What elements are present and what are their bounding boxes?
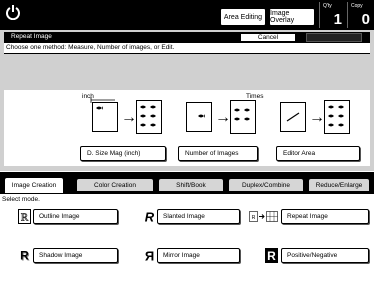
instruction-text: Choose one method: Measure, Number of im… — [4, 43, 370, 54]
svg-text:R: R — [20, 249, 29, 263]
editor-result-page — [324, 100, 350, 134]
top-status-bar: Area Editing Image Overlay Q'ty 1 Copy 0 — [0, 0, 374, 30]
mirror-image-button[interactable]: Mirror Image — [157, 248, 240, 263]
svg-text:R: R — [21, 212, 29, 224]
outline-r-icon: R — [18, 209, 31, 224]
arrow-right-icon: → — [121, 109, 137, 126]
qty-value: 1 — [333, 11, 342, 28]
arrow-right-icon: → — [215, 109, 231, 126]
positive-negative-button[interactable]: Positive/Negative — [281, 248, 369, 263]
arrow-right-icon: → — [309, 109, 325, 126]
slanted-image-button[interactable]: Slanted Image — [157, 209, 240, 224]
tab-image-creation[interactable]: Image Creation — [4, 177, 64, 194]
svg-text:R: R — [145, 210, 155, 225]
small-fish-icon — [96, 106, 103, 110]
ok-button[interactable] — [306, 33, 362, 42]
tab-duplex-combine[interactable]: Duplex/Combine — [228, 178, 304, 192]
dialog-title: Repeat Image — [11, 33, 52, 40]
shadow-r-icon: R R — [20, 249, 30, 264]
repeat-image-icon: R — [249, 211, 278, 222]
tab-reduce-enlarge[interactable]: Reduce/Enlarge — [308, 178, 370, 192]
area-editing-button[interactable]: Area Editing — [220, 8, 266, 26]
power-icon[interactable] — [5, 4, 21, 20]
svg-text:R: R — [267, 249, 276, 263]
repeated-page — [136, 100, 162, 134]
function-tabs: Image Creation Color Creation Shift/Book… — [0, 175, 374, 194]
slanted-r-icon: R — [145, 210, 155, 225]
size-mag-inch-button[interactable]: D. Size Mag (inch) — [80, 146, 166, 161]
editor-area-button[interactable]: Editor Area — [276, 146, 360, 161]
dialog-title-bar: Repeat Image Cancel — [4, 32, 370, 43]
number-of-images-button[interactable]: Number of Images — [178, 146, 258, 161]
repeated-fish-icon — [140, 105, 156, 127]
times-page — [230, 100, 256, 134]
cancel-button[interactable]: Cancel — [240, 33, 296, 42]
editor-fish-icon — [328, 105, 344, 127]
tab-shift-book[interactable]: Shift/Book — [158, 178, 224, 192]
qty-label: Q'ty — [323, 3, 332, 9]
svg-text:R: R — [252, 215, 256, 221]
copy-counter: Copy 0 — [347, 2, 373, 28]
mirror-r-icon: R — [144, 249, 154, 264]
quantity-display: Q'ty 1 — [319, 2, 345, 28]
original-page — [186, 102, 212, 132]
repeat-image-button[interactable]: Repeat Image — [281, 209, 369, 224]
repeat-image-dialog: Repeat Image Cancel Choose one method: M… — [0, 30, 374, 171]
original-page — [92, 102, 118, 132]
method-illustrations: inch → D. Size Mag (inch) Times → Number… — [4, 90, 370, 166]
editor-original-page — [280, 102, 306, 132]
small-fish-icon — [198, 114, 205, 118]
pen-icon — [286, 112, 300, 122]
times-label: Times — [246, 93, 264, 100]
copy-value: 0 — [361, 11, 370, 28]
inverted-r-icon: R — [265, 248, 278, 263]
shadow-image-button[interactable]: Shadow Image — [33, 248, 118, 263]
select-mode-label: Select mode. — [2, 196, 40, 203]
image-overlay-button[interactable]: Image Overlay — [269, 8, 315, 26]
copy-label: Copy — [351, 3, 363, 9]
svg-text:R: R — [144, 249, 154, 264]
times-fish-icon — [234, 108, 250, 121]
tab-color-creation[interactable]: Color Creation — [76, 178, 154, 192]
outline-image-button[interactable]: Outline Image — [33, 209, 118, 224]
